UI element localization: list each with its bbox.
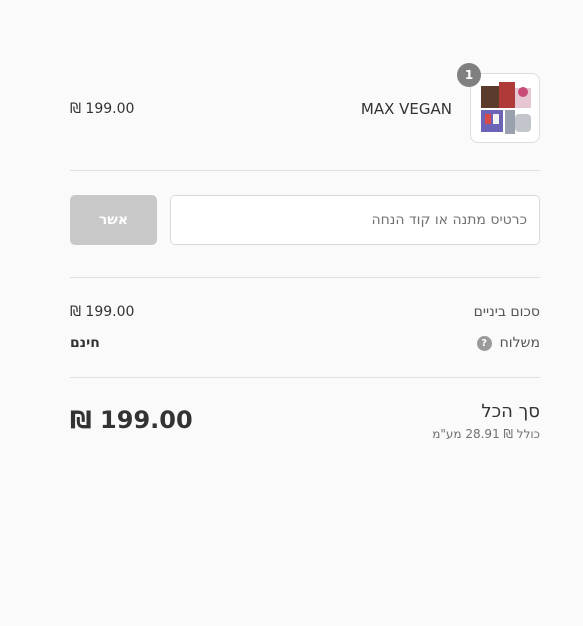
subtotal-value: ₪ 199.00 [70, 304, 135, 320]
shipping-value: חינם [70, 335, 100, 351]
shipping-row-label: משלוח? [476, 335, 540, 351]
divider [70, 277, 540, 278]
product-thumbnail [470, 73, 540, 143]
total-label: סך הכל [481, 401, 540, 422]
quantity-badge: 1 [457, 63, 481, 87]
tax-note: כולל ₪ 28.91 מע"מ [432, 427, 540, 441]
divider [70, 377, 540, 378]
product-name: MAX VEGAN [360, 100, 452, 118]
subtotal-label: סכום ביניים [473, 304, 540, 320]
apply-discount-button[interactable]: אשר [70, 195, 157, 245]
total-value: ₪ 199.00 [70, 406, 193, 434]
product-image-icon [481, 82, 531, 134]
discount-code-input[interactable] [170, 195, 540, 245]
product-price: ₪ 199.00 [70, 101, 135, 117]
divider [70, 170, 540, 171]
help-icon[interactable]: ? [476, 335, 492, 351]
shipping-label: משלוח [499, 335, 540, 351]
